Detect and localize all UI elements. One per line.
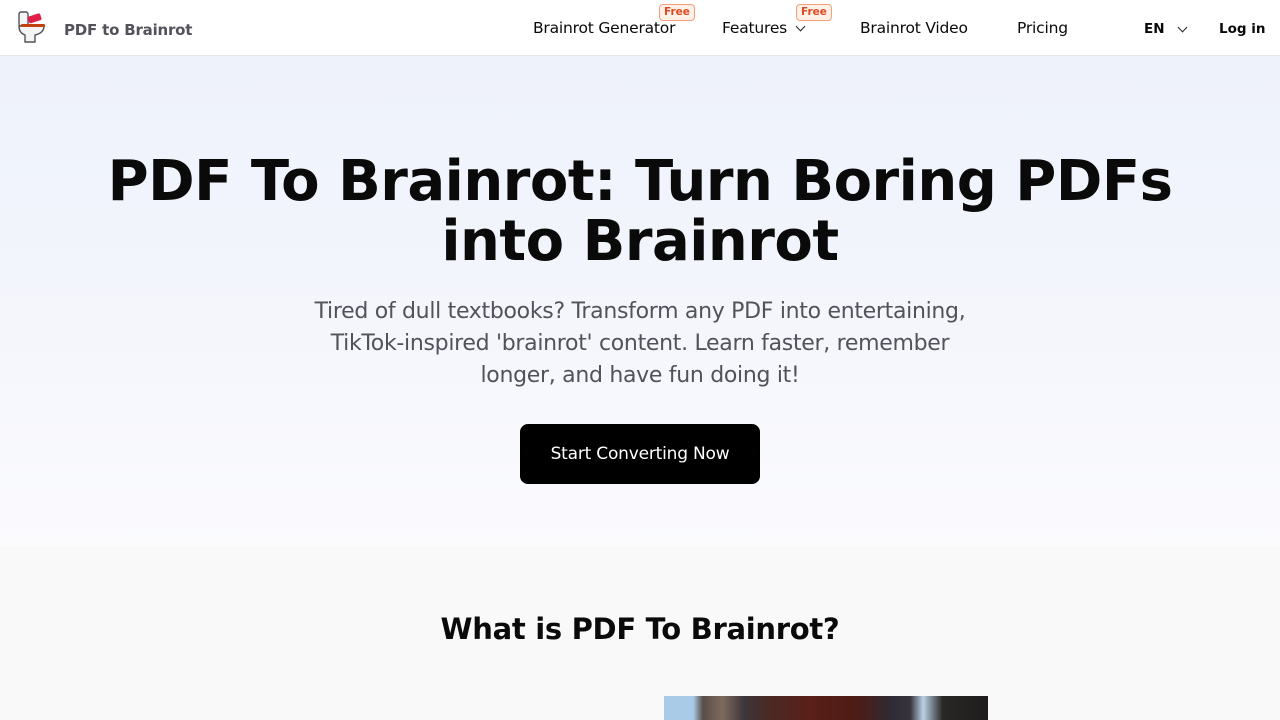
nav-link-features[interactable]: Features bbox=[722, 19, 806, 37]
features-label: Features bbox=[722, 19, 788, 37]
section-heading: What is PDF To Brainrot? bbox=[440, 612, 840, 646]
free-badge: Free bbox=[796, 4, 832, 21]
brand-name: PDF to Brainrot bbox=[64, 21, 193, 39]
hero-section: PDF To Brainrot: Turn Boring PDFs into B… bbox=[0, 56, 1280, 546]
start-converting-button[interactable]: Start Converting Now bbox=[520, 424, 760, 484]
nav-link-brainrot-video[interactable]: Brainrot Video bbox=[860, 19, 968, 37]
chevron-down-icon bbox=[1177, 22, 1187, 32]
hero-subtitle: Tired of dull textbooks? Transform any P… bbox=[314, 299, 966, 388]
nav-link-pricing[interactable]: Pricing bbox=[1017, 19, 1068, 37]
login-link[interactable]: Log in bbox=[1219, 21, 1265, 37]
language-label: EN bbox=[1144, 21, 1165, 37]
nav-link-brainrot-generator[interactable]: Brainrot Generator bbox=[533, 19, 675, 37]
chevron-down-icon bbox=[795, 21, 806, 31]
brand-logo-link[interactable]: PDF to Brainrot bbox=[17, 11, 192, 49]
top-navbar: PDF to Brainrot Brainrot Generator Free … bbox=[0, 0, 1280, 56]
free-badge: Free bbox=[659, 4, 695, 21]
what-is-section: What is PDF To Brainrot? bbox=[0, 546, 1280, 720]
toilet-logo-icon bbox=[17, 11, 47, 49]
page-title: PDF To Brainrot: Turn Boring PDFs into B… bbox=[107, 149, 1173, 274]
video-thumbnail[interactable] bbox=[664, 696, 988, 720]
language-selector[interactable]: EN bbox=[1144, 21, 1187, 37]
